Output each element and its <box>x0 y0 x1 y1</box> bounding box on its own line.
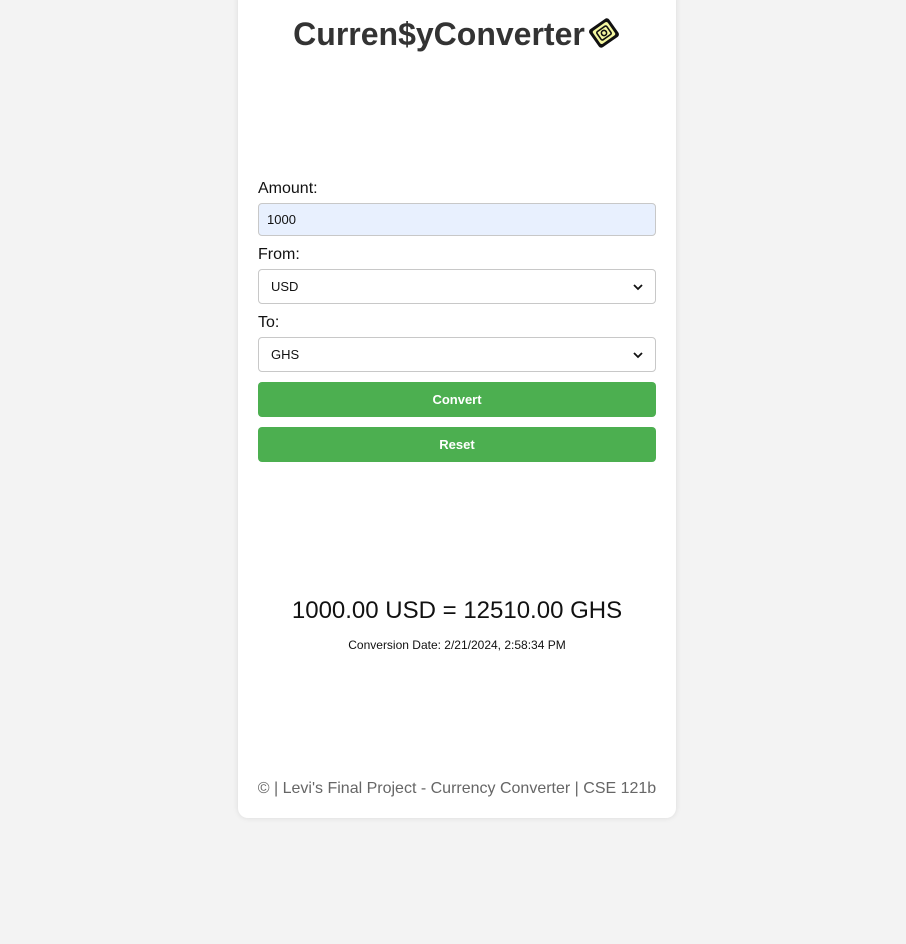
footer-text: © | Levi's Final Project - Currency Conv… <box>257 780 657 797</box>
chevron-down-icon <box>633 351 643 358</box>
amount-label: Amount: <box>258 180 318 197</box>
to-currency-value: GHS <box>271 347 300 362</box>
convert-button[interactable]: Convert <box>258 382 656 417</box>
from-currency-select[interactable]: USD <box>258 269 656 304</box>
amount-input[interactable] <box>258 203 656 236</box>
to-label: To: <box>258 314 280 331</box>
page-title: Curren$yConverter <box>293 16 585 52</box>
converter-card: Curren$yConverter Amount: From: USD To: … <box>238 0 676 818</box>
conversion-result: 1000.00 USD = 12510.00 GHS <box>291 597 623 624</box>
reset-button[interactable]: Reset <box>258 427 656 462</box>
page-title-row: Curren$yConverter <box>238 14 676 54</box>
from-currency-value: USD <box>271 279 299 294</box>
to-currency-select[interactable]: GHS <box>258 337 656 372</box>
chevron-down-icon <box>633 283 643 290</box>
conversion-date: Conversion Date: 2/21/2024, 2:58:34 PM <box>348 638 566 652</box>
currency-note-icon <box>588 18 619 48</box>
from-label: From: <box>258 246 300 263</box>
